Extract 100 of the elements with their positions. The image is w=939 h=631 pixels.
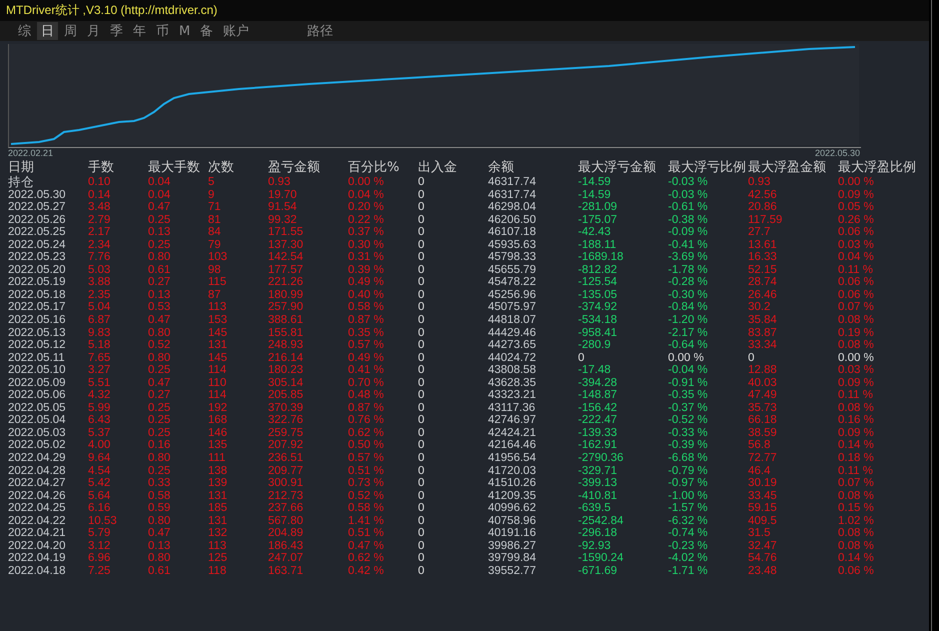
table-cell: 5.51 [88, 376, 110, 390]
table-cell: 0.04 % [838, 251, 874, 264]
table-cell: 0.87 % [348, 402, 384, 414]
table-cell: 0.20 % [348, 201, 384, 214]
table-cell: 5.64 [88, 490, 110, 502]
table-cell: -156.42 [578, 402, 618, 414]
table-cell: 137.30 [268, 238, 304, 252]
table-cell: 0 [418, 314, 424, 327]
table-cell: 0 [418, 490, 424, 502]
window-title: MTDriver统计 ,V3.10 (http://mtdriver.cn) [6, 2, 218, 19]
table-cell: -0.91 % [668, 376, 708, 390]
table-cell: 2.17 [88, 226, 110, 239]
table-cell: 0.25 [148, 414, 170, 427]
table-cell: 0 [418, 326, 424, 340]
table-cell: 6.87 [88, 314, 110, 327]
tab[interactable]: 备 [196, 22, 218, 40]
table-cell: 300.91 [268, 477, 304, 490]
table-cell: 0.09 % [838, 376, 874, 390]
tab[interactable]: 日 [37, 22, 58, 40]
table-cell: 113 [208, 301, 226, 314]
table-cell: -4.02 % [668, 552, 708, 565]
table-cell: -42.43 [578, 226, 611, 239]
column-header: 最大浮亏金额 [578, 160, 656, 176]
table-cell: 0.27 [148, 389, 170, 402]
tab[interactable]: 账户 [219, 22, 254, 40]
date-cell: 持仓 [8, 176, 34, 189]
table-cell: 0.11 % [838, 264, 873, 276]
table-cell: 44429.46 [488, 326, 536, 340]
table-cell: 0.87 % [348, 314, 384, 327]
table-cell: 0.33 [148, 477, 170, 490]
table-cell: 0.93 [748, 176, 770, 189]
table-cell: 0.80 [148, 251, 170, 264]
table-cell: 32.47 [748, 540, 777, 552]
table-cell: 81 [208, 214, 221, 226]
table-cell: 409.5 [748, 514, 777, 528]
table-cell: 5.04 [88, 301, 110, 314]
table-cell: -0.97 % [668, 477, 708, 490]
table-cell: 7.65 [88, 352, 110, 364]
table-cell: -1.78 % [668, 264, 708, 276]
tab[interactable]: M [175, 22, 194, 40]
date-cell: 2022.05.19 [8, 276, 66, 289]
table-cell: 0.07 % [838, 301, 874, 314]
table-cell: 0.14 [88, 188, 110, 202]
table-cell: 0.11 % [838, 389, 873, 402]
table-cell: 10.53 [88, 514, 117, 528]
tab[interactable]: 年 [129, 22, 150, 40]
table-cell: -1.71 % [668, 564, 708, 578]
table-cell: 0.25 [148, 402, 170, 414]
table-cell: 7.25 [88, 564, 110, 578]
tab[interactable]: 币 [152, 22, 173, 40]
table-cell: 46.4 [748, 464, 770, 478]
table-cell: -92.93 [578, 540, 611, 552]
table-cell: 5.42 [88, 477, 110, 490]
table-cell: -0.37 % [668, 402, 708, 414]
table-cell: 9.83 [88, 326, 110, 340]
table-cell: 125 [208, 552, 228, 565]
table-cell: 370.39 [268, 402, 304, 414]
tab[interactable]: 季 [106, 22, 127, 40]
table-cell: 0 [418, 502, 424, 515]
table-cell: 43808.58 [488, 364, 536, 377]
table-cell: 0 [418, 540, 424, 552]
table-cell: 83.87 [748, 326, 777, 340]
tab[interactable]: 周 [60, 22, 81, 40]
column-header: 出入金 [418, 160, 457, 176]
date-cell: 2022.05.23 [8, 251, 66, 264]
date-cell: 2022.05.13 [8, 326, 66, 340]
table-cell: -14.59 [578, 176, 611, 189]
table-cell: 40996.62 [488, 502, 536, 515]
table-cell: 0 [418, 564, 424, 578]
column-header: 最大浮盈比例 [838, 160, 916, 176]
table-cell: 79 [208, 238, 221, 252]
table-cell: 0 [418, 176, 424, 189]
table-cell: 146 [208, 426, 228, 440]
tab[interactable]: 月 [83, 22, 104, 40]
table-cell: 41510.26 [488, 477, 536, 490]
table-cell: 44024.72 [488, 352, 536, 364]
table-cell: 0 [418, 376, 424, 390]
table-cell: 0 [418, 226, 424, 239]
table-cell: 0 [418, 288, 424, 302]
table-cell: 44273.65 [488, 339, 536, 352]
table-cell: 4.32 [88, 389, 110, 402]
table-cell: 0 [418, 389, 424, 402]
table-cell: 0.13 [148, 540, 170, 552]
table-cell: 0.04 [148, 176, 170, 189]
table-cell: 30.19 [748, 477, 777, 490]
date-cell: 2022.04.28 [8, 464, 66, 478]
table-cell: 0 [418, 251, 424, 264]
date-cell: 2022.05.30 [8, 188, 66, 202]
table-cell: -0.04 % [668, 364, 708, 377]
table-cell: 0.25 [148, 214, 170, 226]
table-cell: 45655.79 [488, 264, 536, 276]
table-cell: 84 [208, 226, 221, 239]
date-cell: 2022.04.25 [8, 502, 66, 515]
tab[interactable]: 路径 [303, 22, 338, 40]
table-cell: 139 [208, 477, 228, 490]
tab[interactable]: 综 [14, 22, 35, 40]
column-header: 手数 [88, 160, 114, 176]
table-cell: 59.15 [748, 502, 777, 515]
table-cell: 259.75 [268, 426, 304, 440]
table-cell: 0 [418, 264, 424, 276]
